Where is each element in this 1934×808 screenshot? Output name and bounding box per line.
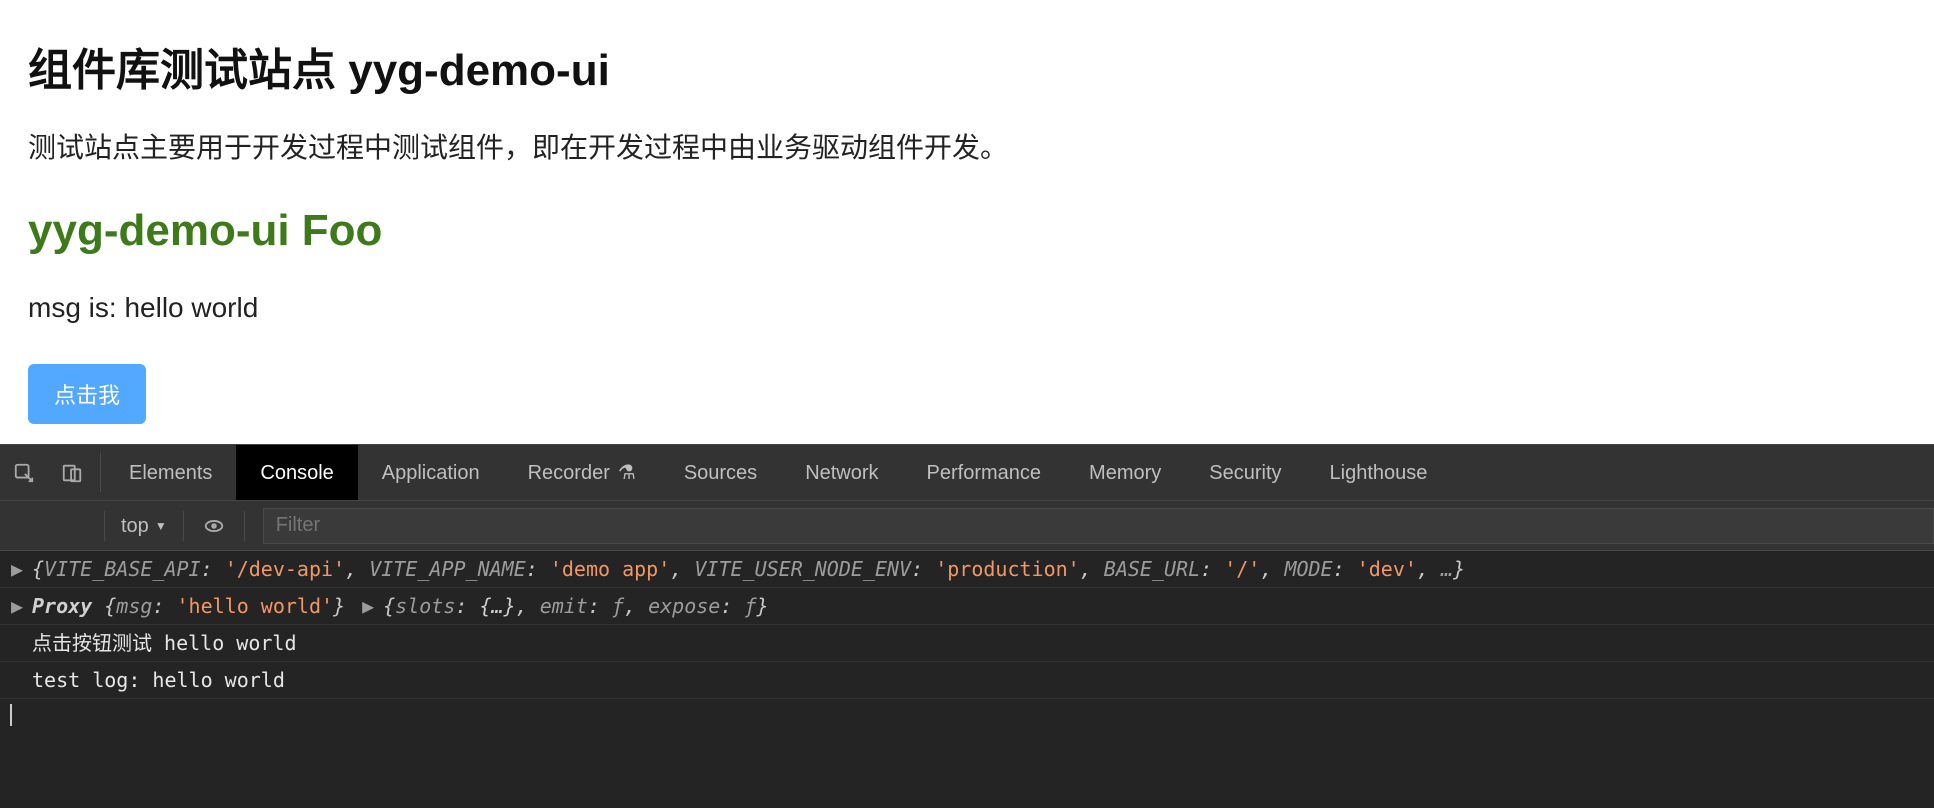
execution-context-label: top bbox=[121, 516, 149, 536]
console-line: 点击按钮测试 hello world bbox=[0, 625, 1934, 662]
tab-security[interactable]: Security bbox=[1185, 445, 1305, 500]
device-toolbar-icon[interactable] bbox=[48, 445, 96, 500]
console-input[interactable] bbox=[0, 699, 1934, 730]
console-filter-input[interactable] bbox=[263, 508, 1934, 544]
tab-elements[interactable]: Elements bbox=[105, 445, 236, 500]
console-sidebar-toggle-icon[interactable] bbox=[6, 516, 46, 536]
tab-performance[interactable]: Performance bbox=[903, 445, 1066, 500]
separator bbox=[183, 511, 184, 541]
tab-network[interactable]: Network bbox=[781, 445, 902, 500]
live-expression-icon[interactable] bbox=[194, 515, 234, 537]
msg-line: msg is: hello world bbox=[28, 292, 1906, 324]
tab-application[interactable]: Application bbox=[358, 445, 504, 500]
console-line: ▶Proxy {msg: 'hello world'} ▶{slots: {…}… bbox=[0, 588, 1934, 625]
chevron-down-icon: ▼ bbox=[155, 520, 167, 532]
clear-console-icon[interactable] bbox=[54, 516, 94, 536]
tab-lighthouse[interactable]: Lighthouse bbox=[1306, 445, 1452, 500]
expand-icon[interactable]: ▶ bbox=[361, 596, 375, 616]
page-description: 测试站点主要用于开发过程中测试组件，即在开发过程中由业务驱动组件开发。 bbox=[28, 126, 1906, 166]
console-text: test log: hello world bbox=[32, 670, 285, 690]
separator bbox=[104, 511, 105, 541]
console-text: 点击按钮测试 hello world bbox=[32, 633, 297, 653]
console-output: ▶{VITE_BASE_API: '/dev-api', VITE_APP_NA… bbox=[0, 551, 1934, 808]
devtools-tabbar: ElementsConsoleApplicationRecorder⚗Sourc… bbox=[0, 445, 1934, 501]
click-me-button[interactable]: 点击我 bbox=[28, 364, 146, 424]
page-content: 组件库测试站点 yyg-demo-ui 测试站点主要用于开发过程中测试组件，即在… bbox=[0, 0, 1934, 444]
tab-console[interactable]: Console bbox=[236, 445, 357, 500]
text-cursor-icon bbox=[10, 704, 12, 726]
tab-recorder[interactable]: Recorder⚗ bbox=[504, 445, 660, 500]
tab-sources[interactable]: Sources bbox=[660, 445, 781, 500]
console-filter bbox=[263, 508, 1934, 544]
devtools-panel: ElementsConsoleApplicationRecorder⚗Sourc… bbox=[0, 444, 1934, 808]
expand-icon[interactable]: ▶ bbox=[10, 596, 24, 616]
component-subtitle: yyg-demo-ui Foo bbox=[28, 206, 1906, 256]
expand-icon[interactable]: ▶ bbox=[10, 559, 24, 579]
console-line: ▶{VITE_BASE_API: '/dev-api', VITE_APP_NA… bbox=[0, 551, 1934, 588]
execution-context-selector[interactable]: top ▼ bbox=[115, 516, 173, 536]
flask-icon: ⚗ bbox=[618, 463, 636, 483]
tab-memory[interactable]: Memory bbox=[1065, 445, 1185, 500]
console-toolbar: top ▼ bbox=[0, 501, 1934, 551]
separator bbox=[100, 453, 101, 492]
console-line: test log: hello world bbox=[0, 662, 1934, 699]
page-title: 组件库测试站点 yyg-demo-ui bbox=[28, 34, 1906, 98]
separator bbox=[244, 511, 245, 541]
inspect-element-icon[interactable] bbox=[0, 445, 48, 500]
